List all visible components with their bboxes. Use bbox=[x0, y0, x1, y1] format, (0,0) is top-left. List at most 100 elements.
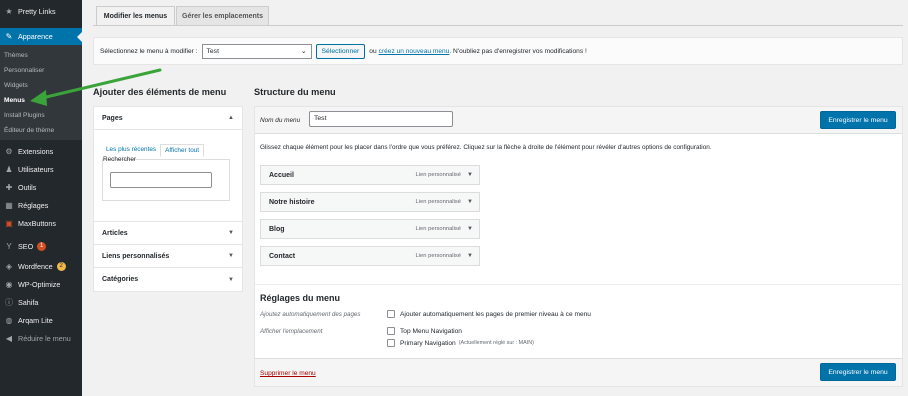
menu-item-contact[interactable]: Contact Lien personnalisé ▼ bbox=[260, 246, 480, 266]
search-pages-box: Rechercher bbox=[102, 156, 230, 201]
triangle-down-icon[interactable]: ▼ bbox=[467, 172, 473, 178]
triangle-down-icon[interactable]: ▼ bbox=[467, 226, 473, 232]
tab-show-all[interactable]: Afficher tout bbox=[160, 144, 205, 157]
auto-add-label: Ajoutez automatiquement des pages bbox=[260, 311, 361, 318]
location-top-menu-row[interactable]: Top Menu Navigation bbox=[387, 327, 462, 335]
menu-select-value: Test bbox=[206, 47, 219, 55]
menu-item-accueil[interactable]: Accueil Lien personnalisé ▼ bbox=[260, 165, 480, 185]
sidebar-item-wordfence[interactable]: ◈ Wordfence 2 bbox=[0, 258, 82, 275]
sidebar-item-maxbuttons[interactable]: ▣ MaxButtons bbox=[0, 215, 82, 232]
sidebar-item-wp-optimize[interactable]: ◉ WP-Optimize bbox=[0, 276, 82, 293]
sidebar-item-label: WP-Optimize bbox=[18, 280, 61, 289]
auto-add-option-label: Ajouter automatiquement les pages de pre… bbox=[400, 310, 591, 318]
admin-sidebar: ★ Pretty Links ✎ Apparence Thèmes Person… bbox=[0, 0, 82, 396]
chevron-down-icon: ⌄ bbox=[300, 48, 307, 55]
menu-item-title: Contact bbox=[269, 252, 296, 260]
optimize-icon: ◉ bbox=[5, 280, 13, 289]
sidebar-item-label: Arqam Lite bbox=[18, 316, 53, 325]
create-menu-link[interactable]: créez un nouveau menu bbox=[379, 48, 450, 55]
sidebar-item-utilisateurs[interactable]: ♟ Utilisateurs bbox=[0, 161, 82, 178]
tab-gerer-emplacements[interactable]: Gérer les emplacements bbox=[176, 6, 269, 25]
sidebar-item-pretty-links[interactable]: ★ Pretty Links bbox=[0, 3, 82, 20]
triangle-down-icon: ▼ bbox=[228, 253, 234, 259]
menu-item-type: Lien personnalisé bbox=[415, 226, 461, 232]
delete-menu-link[interactable]: Supprimer le menu bbox=[260, 370, 316, 377]
save-reminder-text: . N'oubliez pas d'enregistrer vos modifi… bbox=[449, 47, 587, 55]
sidebar-item-label: Sahifa bbox=[18, 298, 39, 307]
location-current-note: (Actuellement réglé sur : MAIN) bbox=[458, 340, 534, 346]
menu-select-bar: Sélectionnez le menu à modifier : Test ⌄… bbox=[93, 37, 903, 65]
menu-select-dropdown[interactable]: Test ⌄ bbox=[201, 43, 312, 59]
triangle-down-icon: ▼ bbox=[228, 276, 234, 283]
sidebar-item-extensions[interactable]: ⚙ Extensions bbox=[0, 143, 82, 160]
menu-settings-heading: Réglages du menu bbox=[260, 293, 341, 303]
notification-badge: 1 bbox=[37, 242, 47, 251]
location-label-text: Primary Navigation bbox=[400, 339, 456, 347]
sidebar-item-apparence[interactable]: ✎ Apparence bbox=[0, 28, 82, 45]
sidebar-item-label: Wordfence bbox=[18, 262, 53, 271]
brush-icon: ✎ bbox=[5, 32, 13, 41]
auto-add-checkbox[interactable] bbox=[387, 310, 395, 318]
submenu-item-install-plugins[interactable]: Install Plugins bbox=[4, 112, 45, 119]
menu-item-type: Lien personnalisé bbox=[415, 253, 461, 259]
collapse-menu-button[interactable]: ◀ Réduire le menu bbox=[0, 330, 82, 347]
grid-icon: ▣ bbox=[5, 219, 13, 228]
menu-header: Nom du menu Test Enregistrer le menu bbox=[255, 107, 902, 134]
section-articles[interactable]: Articles ▼ bbox=[94, 222, 242, 245]
triangle-down-icon[interactable]: ▼ bbox=[467, 199, 473, 205]
pages-panel: Les plus récentes Afficher tout Recherch… bbox=[94, 130, 242, 222]
info-icon: ⓘ bbox=[5, 298, 13, 307]
add-items-accordion: Pages ▲ Les plus récentes Afficher tout … bbox=[93, 106, 243, 292]
menu-item-notre-histoire[interactable]: Notre histoire Lien personnalisé ▼ bbox=[260, 192, 480, 212]
location-top-menu-checkbox[interactable] bbox=[387, 327, 395, 335]
section-liens[interactable]: Liens personnalisés ▼ bbox=[94, 245, 242, 268]
sidebar-item-seo[interactable]: Y SEO 1 bbox=[0, 238, 82, 255]
section-label: Liens personnalisés bbox=[102, 252, 170, 260]
menu-name-input[interactable]: Test bbox=[309, 111, 453, 127]
shield-icon: ◈ bbox=[5, 262, 13, 271]
auto-add-checkbox-row[interactable]: Ajouter automatiquement les pages de pre… bbox=[387, 310, 591, 318]
select-button[interactable]: Sélectionner bbox=[315, 43, 366, 59]
submenu-item-editeur[interactable]: Éditeur de thème bbox=[4, 127, 54, 134]
search-pages-input[interactable] bbox=[110, 172, 212, 188]
sidebar-item-label: MaxButtons bbox=[18, 219, 56, 228]
sidebar-item-label: SEO bbox=[18, 242, 34, 251]
menu-item-title: Accueil bbox=[269, 171, 294, 179]
sidebar-item-label: Outils bbox=[18, 183, 37, 192]
drag-instruction: Glissez chaque élément pour les placer d… bbox=[260, 144, 712, 151]
triangle-down-icon[interactable]: ▼ bbox=[467, 253, 473, 259]
save-menu-button-top[interactable]: Enregistrer le menu bbox=[820, 111, 896, 129]
seo-icon: Y bbox=[6, 242, 12, 251]
submenu-item-personnaliser[interactable]: Personnaliser bbox=[4, 67, 44, 74]
divider bbox=[255, 284, 902, 285]
triangle-up-icon: ▲ bbox=[228, 115, 234, 121]
triangle-down-icon: ▼ bbox=[228, 230, 234, 236]
section-label: Pages bbox=[102, 114, 123, 122]
link-icon: ★ bbox=[5, 7, 13, 16]
location-label: Afficher l'emplacement bbox=[260, 328, 323, 335]
sidebar-item-reglages[interactable]: ▦ Réglages bbox=[0, 197, 82, 214]
sidebar-item-label: Extensions bbox=[18, 147, 54, 156]
submenu-item-widgets[interactable]: Widgets bbox=[4, 82, 28, 89]
location-primary-row[interactable]: Primary Navigation (Actuellement réglé s… bbox=[387, 339, 534, 347]
submenu-item-themes[interactable]: Thèmes bbox=[4, 52, 28, 59]
section-pages[interactable]: Pages ▲ bbox=[94, 107, 242, 130]
sidebar-item-label: Apparence bbox=[18, 32, 53, 41]
location-label-text: Top Menu Navigation bbox=[400, 327, 462, 335]
menu-item-blog[interactable]: Blog Lien personnalisé ▼ bbox=[260, 219, 480, 239]
sidebar-item-sahifa[interactable]: ⓘ Sahifa bbox=[0, 294, 82, 311]
sidebar-item-outils[interactable]: ✚ Outils bbox=[0, 179, 82, 196]
tab-modifier-menus[interactable]: Modifier les menus bbox=[96, 6, 175, 26]
add-items-heading: Ajouter des éléments de menu bbox=[93, 87, 227, 97]
submenu-item-menus[interactable]: Menus bbox=[4, 97, 25, 104]
menu-item-title: Blog bbox=[269, 225, 285, 233]
sidebar-item-arqam-lite[interactable]: ◍ Arqam Lite bbox=[0, 312, 82, 329]
section-categories[interactable]: Catégories ▼ bbox=[94, 268, 242, 291]
search-label: Rechercher bbox=[103, 156, 137, 163]
menu-management-panel: Nom du menu Test Enregistrer le menu Gli… bbox=[254, 106, 903, 387]
menu-item-title: Notre histoire bbox=[269, 198, 315, 206]
menu-name-label: Nom du menu bbox=[260, 117, 301, 124]
save-menu-button-bottom[interactable]: Enregistrer le menu bbox=[820, 363, 896, 381]
location-primary-checkbox[interactable] bbox=[387, 339, 395, 347]
collapse-menu-label: Réduire le menu bbox=[18, 334, 71, 343]
